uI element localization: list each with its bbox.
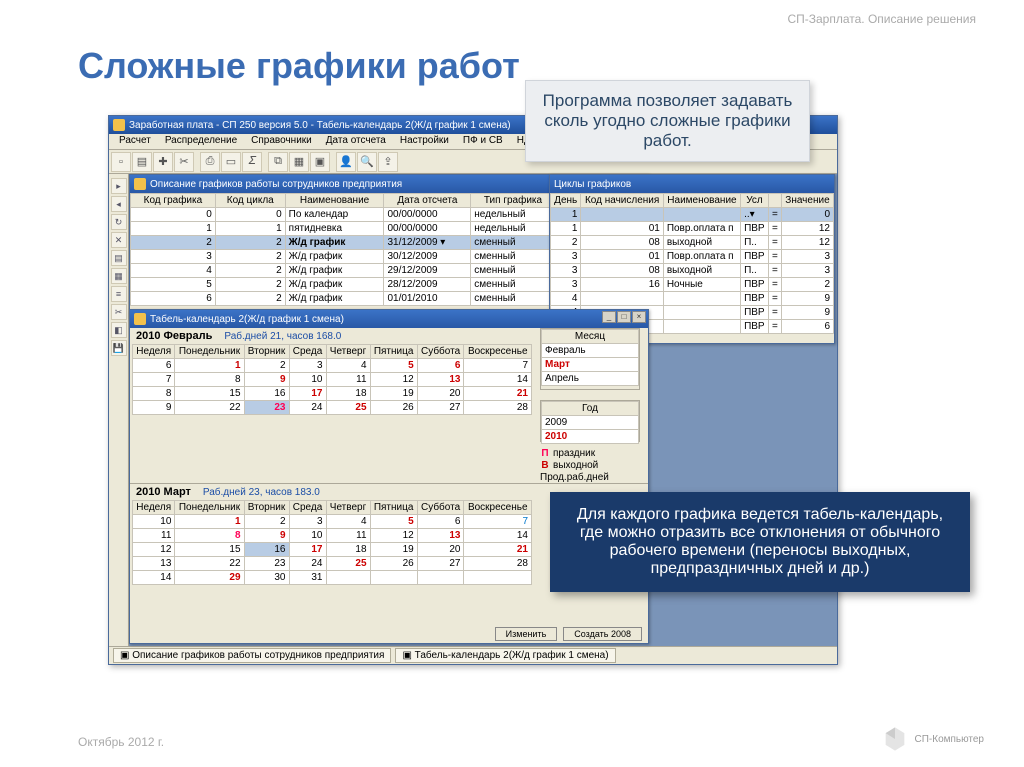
tb-cut-icon[interactable]: ✂: [174, 152, 194, 172]
tb-copy-icon[interactable]: ⧉: [268, 152, 288, 172]
sb-icon[interactable]: ◂: [111, 196, 127, 212]
window-icon: [134, 178, 146, 190]
sb-icon[interactable]: ↻: [111, 214, 127, 230]
footer-date: Октябрь 2012 г.: [78, 735, 164, 749]
slide-title: Сложные графики работ: [78, 45, 520, 87]
sb-icon[interactable]: ◧: [111, 322, 127, 338]
tb-doc-icon[interactable]: ▭: [221, 152, 241, 172]
col-header[interactable]: Наименование: [285, 194, 384, 208]
sb-icon[interactable]: ✕: [111, 232, 127, 248]
tb-folder-icon[interactable]: ▣: [310, 152, 330, 172]
tb-user-icon[interactable]: 👤: [336, 152, 356, 172]
month-list[interactable]: Месяц Февраль Март Апрель: [540, 328, 640, 390]
month-label: 2010 Февраль: [136, 330, 212, 342]
menu-item[interactable]: Расчет: [113, 134, 157, 149]
table-row[interactable]: 301Повр.оплата пПВР=3: [551, 250, 834, 264]
minimize-icon[interactable]: _: [602, 311, 616, 323]
table-row[interactable]: 308выходнойП..=3: [551, 264, 834, 278]
sb-icon[interactable]: ≡: [111, 286, 127, 302]
table-row[interactable]: 14293031: [133, 571, 532, 585]
status-tab[interactable]: ▣ Табель-календарь 2(Ж/д график 1 смена): [395, 648, 615, 663]
col-header[interactable]: Тип графика: [471, 194, 555, 208]
table-row[interactable]: 922232425262728: [133, 401, 532, 415]
col-header[interactable]: Дата отсчета: [384, 194, 471, 208]
month-info: Раб.дней 21, часов 168.0: [224, 331, 341, 342]
callout-calendar: Для каждого графика ведется табель-кален…: [550, 492, 970, 592]
tb-print-icon[interactable]: ⎙: [200, 152, 220, 172]
sb-icon[interactable]: ▸: [111, 178, 127, 194]
app-icon: [113, 119, 125, 131]
table-row[interactable]: 101Повр.оплата пПВР=12: [551, 222, 834, 236]
table-row[interactable]: 208выходнойП..=12: [551, 236, 834, 250]
feb-grid[interactable]: НеделяПонедельникВторникСредаЧетвергПятн…: [132, 344, 532, 415]
cycles-titlebar[interactable]: Циклы графиков: [550, 175, 834, 193]
status-tab[interactable]: ▣ Описание графиков работы сотрудников п…: [113, 648, 391, 663]
slide-header: СП-Зарплата. Описание решения: [787, 12, 976, 26]
table-row[interactable]: 61234567: [133, 359, 532, 373]
footer-logo: СП-Компьютер: [881, 725, 985, 753]
change-button[interactable]: Изменить: [495, 627, 558, 641]
table-row[interactable]: 11891011121314: [133, 529, 532, 543]
sb-disk-icon[interactable]: 💾: [111, 340, 127, 356]
callout-allows: Программа позволяет задавать сколь угодн…: [525, 80, 810, 162]
table-row[interactable]: 316НочныеПВР=2: [551, 278, 834, 292]
sb-icon[interactable]: ▦: [111, 268, 127, 284]
maximize-icon[interactable]: □: [617, 311, 631, 323]
table-row[interactable]: 1..▾=0: [551, 208, 834, 222]
col-header[interactable]: Код цикла: [215, 194, 285, 208]
tb-new-icon[interactable]: ▫: [111, 152, 131, 172]
tb-calc-icon[interactable]: 𝛴: [242, 152, 262, 172]
schedules-title: Описание графиков работы сотрудников пре…: [150, 179, 402, 190]
menu-item[interactable]: Справочники: [245, 134, 318, 149]
sidebar: ▸ ◂ ↻ ✕ ▤ ▦ ≡ ✂ ◧ 💾: [109, 174, 129, 646]
tb-open-icon[interactable]: ▤: [132, 152, 152, 172]
sb-icon[interactable]: ▤: [111, 250, 127, 266]
month-info: Раб.дней 23, часов 183.0: [203, 487, 320, 498]
legend: Ппраздник Ввыходной Прод.раб.дней: [540, 448, 640, 484]
tb-table-icon[interactable]: ▦: [289, 152, 309, 172]
calendar-titlebar[interactable]: Табель-календарь 2(Ж/д график 1 смена) _…: [130, 310, 648, 328]
month-label: 2010 Март: [136, 486, 191, 498]
tb-save-icon[interactable]: ✚: [153, 152, 173, 172]
menu-item[interactable]: Дата отсчета: [320, 134, 392, 149]
mar-grid[interactable]: НеделяПонедельникВторникСредаЧетвергПятн…: [132, 500, 532, 585]
window-controls: _□×: [602, 311, 646, 323]
table-row[interactable]: 815161718192021: [133, 387, 532, 401]
menu-item[interactable]: ПФ и СВ: [457, 134, 509, 149]
menu-item[interactable]: Настройки: [394, 134, 455, 149]
logo-icon: [881, 725, 909, 753]
calendar-title: Табель-календарь 2(Ж/д график 1 смена): [150, 314, 344, 325]
year-list[interactable]: Год 2009 2010: [540, 400, 640, 442]
create-button[interactable]: Создать 2008: [563, 627, 642, 641]
table-row[interactable]: 7891011121314: [133, 373, 532, 387]
tb-export-icon[interactable]: ⇪: [378, 152, 398, 172]
table-row[interactable]: 1322232425262728: [133, 557, 532, 571]
table-row[interactable]: 101234567: [133, 515, 532, 529]
menu-item[interactable]: Распределение: [159, 134, 243, 149]
app-title: Заработная плата - СП 250 версия 5.0 - Т…: [129, 120, 511, 131]
close-icon[interactable]: ×: [632, 311, 646, 323]
window-icon: [134, 313, 146, 325]
cycles-title: Циклы графиков: [554, 179, 631, 190]
statusbar: ▣ Описание графиков работы сотрудников п…: [109, 646, 837, 664]
tb-search-icon[interactable]: 🔍: [357, 152, 377, 172]
sb-tools-icon[interactable]: ✂: [111, 304, 127, 320]
col-header[interactable]: Код графика: [131, 194, 216, 208]
table-row[interactable]: 4ПВР=9: [551, 292, 834, 306]
calendar-window: Табель-календарь 2(Ж/д график 1 смена) _…: [129, 309, 649, 644]
table-row[interactable]: 1215161718192021: [133, 543, 532, 557]
